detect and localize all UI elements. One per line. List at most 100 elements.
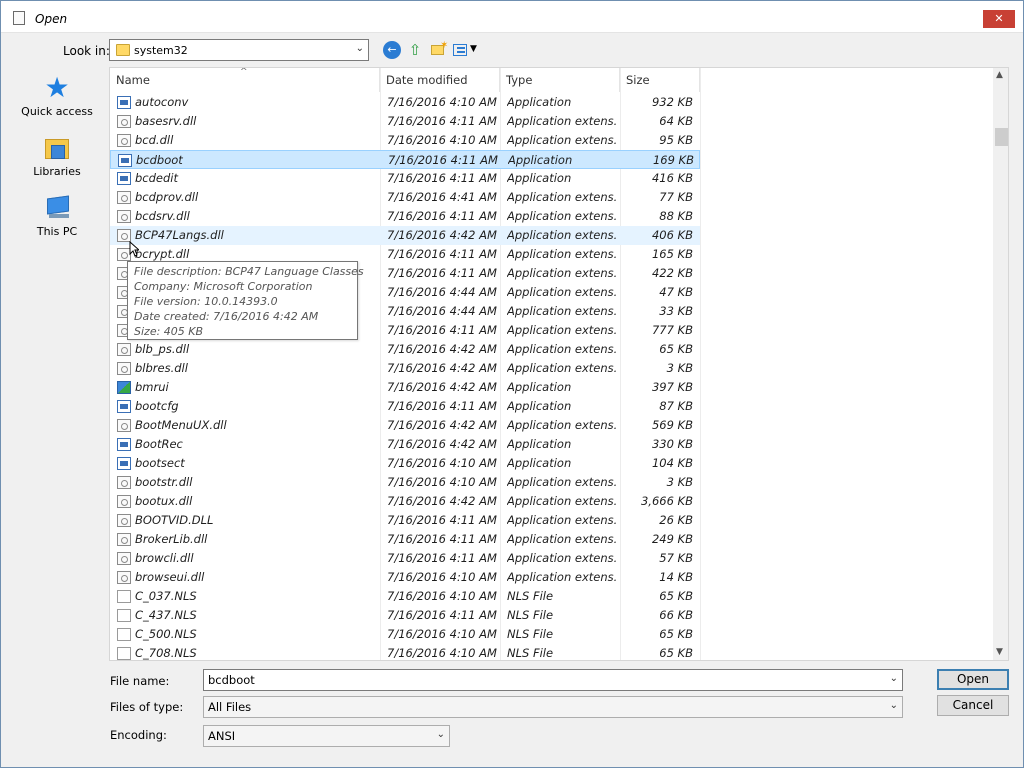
file-type: Application extens... — [507, 133, 617, 147]
header-name[interactable]: Name ^ — [110, 68, 380, 92]
encoding-value: ANSI — [208, 729, 236, 743]
file-size: 3 KB — [666, 361, 693, 375]
tooltip-line: File description: BCP47 Language Classes — [134, 265, 364, 278]
file-row[interactable]: bootsect 7/16/2016 4:10 AM Application 104 … — [110, 454, 700, 473]
file-row[interactable]: BCP47Langs.dll 7/16/2016 4:42 AM Applicati… — [110, 226, 700, 245]
vertical-scrollbar[interactable]: ▲ ▼ — [993, 68, 1008, 660]
back-icon[interactable]: ← — [383, 41, 401, 59]
file-row[interactable]: bcdsrv.dll 7/16/2016 4:11 AM Application e… — [110, 207, 700, 226]
up-folder-icon[interactable]: ⇧ — [406, 41, 424, 59]
file-row[interactable]: browcli.dll 7/16/2016 4:11 AM Application … — [110, 549, 700, 568]
chevron-down-icon[interactable]: ⌄ — [356, 43, 364, 54]
file-date: 7/16/2016 4:41 AM — [387, 190, 497, 204]
file-row[interactable]: basesrv.dll 7/16/2016 4:11 AM Application … — [110, 112, 700, 131]
file-size: 64 KB — [659, 114, 693, 128]
place-label: This PC — [36, 225, 78, 238]
file-row[interactable]: bootcfg 7/16/2016 4:11 AM Application 87 KB — [110, 397, 700, 416]
file-name-field[interactable]: bcdboot ⌄ — [203, 669, 903, 691]
file-size: 14 KB — [659, 570, 693, 584]
file-row[interactable]: BOOTVID.DLL 7/16/2016 4:11 AM Application … — [110, 511, 700, 530]
file-row[interactable]: blbres.dll 7/16/2016 4:42 AM Application e… — [110, 359, 700, 378]
file-row[interactable]: C_437.NLS 7/16/2016 4:11 AM NLS File 66 KB — [110, 606, 700, 625]
file-name: bootsect — [135, 456, 185, 470]
file-row[interactable]: bcdedit 7/16/2016 4:11 AM Application 416 K… — [110, 169, 700, 188]
scroll-thumb[interactable] — [995, 128, 1008, 146]
file-type: Application extens... — [507, 570, 617, 584]
file-row[interactable]: bootstr.dll 7/16/2016 4:10 AM Application … — [110, 473, 700, 492]
file-row[interactable]: C_500.NLS 7/16/2016 4:10 AM NLS File 65 KB — [110, 625, 700, 644]
look-in-value: system32 — [134, 44, 188, 57]
chevron-down-icon[interactable]: ⌄ — [890, 700, 898, 711]
file-row[interactable]: browseui.dll 7/16/2016 4:10 AM Application… — [110, 568, 700, 587]
open-button[interactable]: Open — [937, 669, 1009, 690]
file-name: C_437.NLS — [135, 608, 197, 622]
file-row[interactable]: bcdprov.dll 7/16/2016 4:41 AM Application … — [110, 188, 700, 207]
file-name: browseui.dll — [135, 570, 205, 584]
file-name: bcdsrv.dll — [135, 209, 190, 223]
file-date: 7/16/2016 4:11 AM — [387, 532, 497, 546]
file-row[interactable]: BootRec 7/16/2016 4:42 AM Application 330 K… — [110, 435, 700, 454]
sort-ascending-icon: ^ — [240, 67, 248, 77]
file-date: 7/16/2016 4:42 AM — [387, 228, 497, 242]
file-row[interactable]: C_037.NLS 7/16/2016 4:10 AM NLS File 65 KB — [110, 587, 700, 606]
header-size[interactable]: Size — [620, 68, 700, 92]
close-button[interactable]: ✕ — [983, 10, 1015, 28]
header-type[interactable]: Type — [500, 68, 620, 92]
file-size: 88 KB — [659, 209, 693, 223]
place-libraries[interactable]: Libraries — [9, 135, 105, 178]
file-type: Application extens... — [507, 190, 617, 204]
file-size: 104 KB — [651, 456, 693, 470]
look-in-combo[interactable]: system32 ⌄ — [109, 39, 369, 61]
file-type: Application — [507, 437, 572, 451]
file-date: 7/16/2016 4:10 AM — [387, 646, 497, 660]
tooltip-line: Size: 405 KB — [134, 325, 204, 338]
tooltip-line: Date created: 7/16/2016 4:42 AM — [134, 310, 319, 323]
file-row[interactable]: bootux.dll 7/16/2016 4:42 AM Application e… — [110, 492, 700, 511]
file-row[interactable]: bmrui 7/16/2016 4:42 AM Application 397 KB — [110, 378, 700, 397]
file-type: Application extens... — [507, 342, 617, 356]
file-row[interactable]: bcd.dll 7/16/2016 4:10 AM Application exte… — [110, 131, 700, 150]
file-type: Application extens... — [507, 209, 617, 223]
new-folder-icon[interactable]: ✶ — [429, 40, 448, 59]
file-icon — [117, 609, 131, 622]
application-icon — [117, 172, 131, 185]
view-menu-icon[interactable]: ▼ — [453, 41, 481, 59]
file-size: 33 KB — [659, 304, 693, 318]
file-size: 777 KB — [651, 323, 693, 337]
file-type: Application extens... — [507, 513, 617, 527]
scroll-down-icon[interactable]: ▼ — [996, 647, 1003, 657]
file-size: 330 KB — [651, 437, 693, 451]
chevron-down-icon[interactable]: ⌄ — [437, 729, 445, 740]
file-row[interactable]: BootMenuUX.dll 7/16/2016 4:42 AM Applicati… — [110, 416, 700, 435]
file-date: 7/16/2016 4:10 AM — [387, 627, 497, 641]
place-quick-access[interactable]: ★ Quick access — [9, 71, 105, 119]
cancel-button[interactable]: Cancel — [937, 695, 1009, 716]
file-row[interactable]: C_708.NLS 7/16/2016 4:10 AM NLS File 65 KB — [110, 644, 700, 660]
chevron-down-icon[interactable]: ⌄ — [890, 673, 898, 684]
place-label: Quick access — [21, 105, 93, 118]
file-name-label: File name: — [110, 674, 170, 688]
dll-file-icon — [117, 419, 131, 432]
file-type: Application extens... — [507, 323, 617, 337]
encoding-select[interactable]: ANSI ⌄ — [203, 725, 450, 747]
file-size: 57 KB — [659, 551, 693, 565]
dll-file-icon — [117, 210, 131, 223]
file-date: 7/16/2016 4:44 AM — [387, 285, 497, 299]
file-type-select[interactable]: All Files ⌄ — [203, 696, 903, 718]
file-row[interactable]: bcdboot 7/16/2016 4:11 AM Application 169 K… — [110, 150, 700, 169]
star-icon: ★ — [44, 71, 70, 104]
tooltip-line: File version: 10.0.14393.0 — [134, 295, 278, 308]
file-name: bootux.dll — [135, 494, 193, 508]
file-type: Application — [507, 95, 572, 109]
file-date: 7/16/2016 4:10 AM — [387, 456, 497, 470]
place-this-pc[interactable]: This PC — [9, 195, 105, 238]
file-row[interactable]: blb_ps.dll 7/16/2016 4:42 AM Application e… — [110, 340, 700, 359]
file-type: Application — [507, 399, 572, 413]
file-type: Application — [507, 456, 572, 470]
header-date[interactable]: Date modified — [380, 68, 500, 92]
file-info-tooltip: File description: BCP47 Language Classes… — [127, 261, 364, 340]
file-row[interactable]: BrokerLib.dll 7/16/2016 4:11 AM Applicatio… — [110, 530, 700, 549]
file-row[interactable]: autoconv 7/16/2016 4:10 AM Application 932 … — [110, 93, 700, 112]
scroll-up-icon[interactable]: ▲ — [996, 70, 1003, 80]
file-list[interactable]: Name ^ Date modified Type Size autoconv 7… — [109, 67, 1009, 661]
